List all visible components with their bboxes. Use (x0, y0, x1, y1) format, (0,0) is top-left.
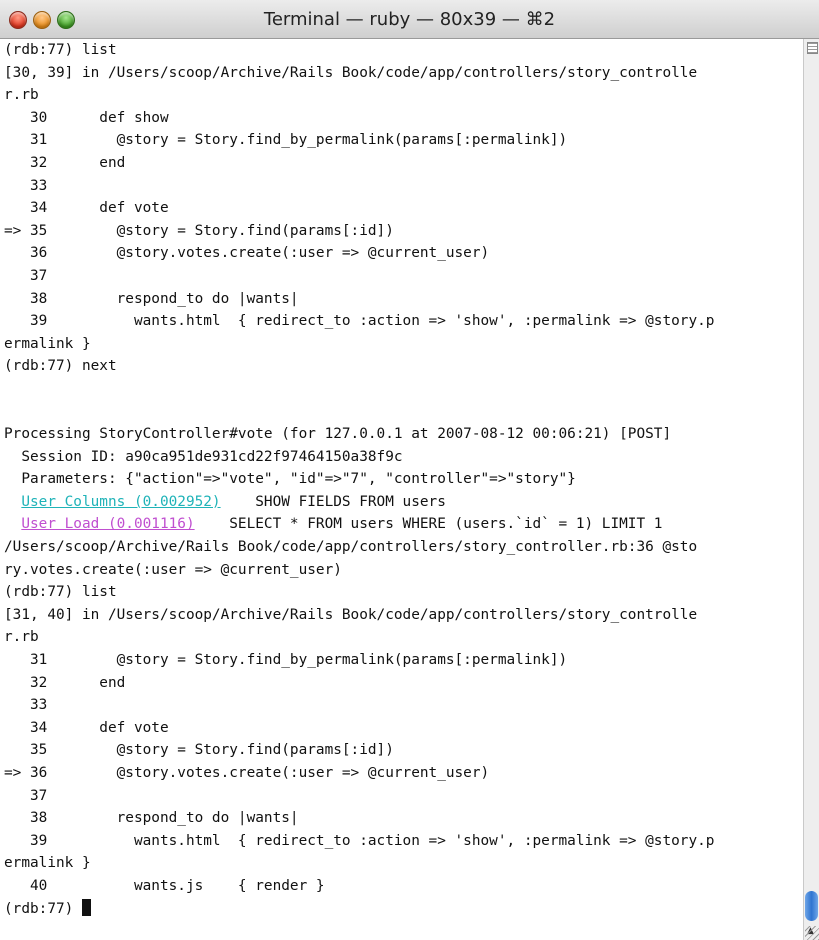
terminal-line: 37 (4, 265, 714, 288)
line-text: (rdb:77) (4, 900, 82, 917)
terminal-line: Processing StoryController#vote (for 127… (4, 423, 714, 446)
text-cursor (81, 898, 91, 916)
line-text: (rdb:77) list (4, 42, 117, 58)
line-text: Processing StoryController#vote (for 127… (4, 426, 672, 443)
terminal-line: 38 respond_to do |wants| (4, 288, 714, 311)
terminal-line: 31 @story = Story.find_by_permalink(para… (4, 129, 714, 152)
line-text: ry.votes.create(:user => @current_user) (4, 561, 342, 578)
terminal-line: User Load (0.001116) SELECT * FROM users… (4, 513, 714, 536)
terminal-line: [30, 39] in /Users/scoop/Archive/Rails B… (4, 62, 714, 85)
log-link[interactable]: User Columns (0.002952) (21, 494, 220, 510)
terminal-line: => 36 @story.votes.create(:user => @curr… (4, 762, 714, 785)
terminal-line: ermalink } (4, 333, 714, 356)
terminal-output[interactable]: (rdb:77) list [30, 39] in /Users/scoop/Ar… (0, 39, 803, 940)
terminal-line: ermalink } (4, 852, 714, 875)
terminal-line: 33 (4, 175, 714, 198)
terminal-line: 32 end (4, 672, 714, 695)
log-sql: SELECT * FROM users WHERE (users.`id` = … (194, 516, 663, 533)
terminal-line: Session ID: a90ca951de931cd22f97464150a3… (4, 446, 714, 469)
line-text: 31 @story = Story.find_by_permalink(para… (4, 652, 568, 669)
line-text: r.rb (4, 87, 39, 104)
terminal-line: 39 wants.html { redirect_to :action => '… (4, 830, 714, 853)
scroll-thumb[interactable] (805, 891, 818, 921)
terminal-line: 39 wants.html { redirect_to :action => '… (4, 310, 714, 333)
line-text: (rdb:77) next (4, 358, 117, 375)
terminal-line: 36 @story.votes.create(:user => @current… (4, 242, 714, 265)
line-text: 38 respond_to do |wants| (4, 810, 299, 827)
line-text: 36 @story.votes.create(:user => @current… (4, 245, 490, 262)
terminal-line: 31 @story = Story.find_by_permalink(para… (4, 649, 714, 672)
terminal-line: (rdb:77) (4, 898, 714, 921)
line-text: 34 def vote (4, 200, 169, 217)
line-text: 37 (4, 787, 48, 804)
line-text: Session ID: a90ca951de931cd22f97464150a3… (4, 448, 403, 465)
line-text: r.rb (4, 629, 39, 646)
resize-grip-icon[interactable] (805, 926, 819, 940)
terminal-line: Parameters: {"action"=>"vote", "id"=>"7"… (4, 468, 714, 491)
line-text: ermalink } (4, 335, 91, 352)
line-text: Parameters: {"action"=>"vote", "id"=>"7"… (4, 471, 576, 488)
terminal-line: 34 def vote (4, 197, 714, 220)
terminal-line: 30 def show (4, 107, 714, 130)
terminal-line: 35 @story = Story.find(params[:id]) (4, 739, 714, 762)
terminal-lines: (rdb:77) list [30, 39] in /Users/scoop/Ar… (4, 39, 714, 920)
terminal-line: 33 (4, 694, 714, 717)
title-bar[interactable]: Terminal — ruby — 80x39 — ⌘2 (0, 0, 819, 39)
line-text: [30, 39] in /Users/scoop/Archive/Rails B… (4, 64, 698, 81)
line-text: 40 wants.js { render } (4, 877, 325, 894)
line-text: (rdb:77) list (4, 584, 117, 601)
line-text: ermalink } (4, 855, 91, 872)
terminal-window: Terminal — ruby — 80x39 — ⌘2 (rdb:77) li… (0, 0, 819, 940)
line-text: /Users/scoop/Archive/Rails Book/code/app… (4, 539, 698, 556)
terminal-line: 38 respond_to do |wants| (4, 807, 714, 830)
line-text: 32 end (4, 154, 126, 171)
terminal-line: 40 wants.js { render } (4, 875, 714, 898)
line-text: [31, 40] in /Users/scoop/Archive/Rails B… (4, 606, 698, 623)
terminal-line: => 35 @story = Story.find(params[:id]) (4, 220, 714, 243)
terminal-line: (rdb:77) list (4, 581, 714, 604)
line-text: => 35 @story = Story.find(params[:id]) (4, 222, 394, 239)
terminal-line: 34 def vote (4, 717, 714, 740)
line-text: 39 wants.html { redirect_to :action => '… (4, 832, 715, 849)
vertical-scrollbar[interactable]: ▲ ▼ (803, 39, 819, 940)
terminal-line: 32 end (4, 152, 714, 175)
line-text: 32 end (4, 674, 126, 691)
line-text: 39 wants.html { redirect_to :action => '… (4, 313, 715, 330)
terminal-line: r.rb (4, 84, 714, 107)
split-pane-icon[interactable] (807, 42, 818, 54)
line-text: 37 (4, 267, 48, 284)
line-text: 33 (4, 697, 48, 714)
line-text: 31 @story = Story.find_by_permalink(para… (4, 132, 568, 149)
terminal-line: [31, 40] in /Users/scoop/Archive/Rails B… (4, 604, 714, 627)
terminal-line: 37 (4, 785, 714, 808)
terminal-line: /Users/scoop/Archive/Rails Book/code/app… (4, 536, 714, 559)
terminal-line: r.rb (4, 626, 714, 649)
line-text: 34 def vote (4, 719, 169, 736)
terminal-line: (rdb:77) next (4, 355, 714, 378)
line-text (4, 494, 21, 510)
line-text: 30 def show (4, 109, 169, 126)
terminal-line: (rdb:77) list (4, 39, 714, 62)
log-sql: SHOW FIELDS FROM users (220, 493, 446, 510)
log-link[interactable]: User Load (0.001116) (21, 516, 194, 532)
line-text: => 36 @story.votes.create(:user => @curr… (4, 765, 490, 781)
line-text: 38 respond_to do |wants| (4, 290, 299, 307)
line-text: 33 (4, 177, 48, 194)
line-text: 35 @story = Story.find(params[:id]) (4, 742, 394, 759)
line-text (4, 516, 21, 532)
terminal-line: ry.votes.create(:user => @current_user) (4, 559, 714, 582)
terminal-line: User Columns (0.002952) SHOW FIELDS FROM… (4, 491, 714, 514)
window-title: Terminal — ruby — 80x39 — ⌘2 (263, 9, 556, 30)
